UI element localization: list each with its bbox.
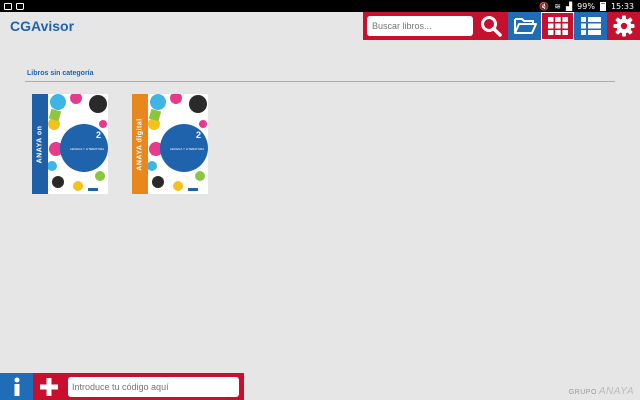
search-box	[363, 12, 509, 40]
book-spine-label: ANAYA on	[36, 125, 44, 163]
add-book-button[interactable]	[33, 373, 65, 400]
app-title: CGAvisor	[10, 18, 75, 34]
toolbar	[363, 12, 640, 40]
list-view-button[interactable]	[574, 12, 608, 40]
grid-view-button[interactable]	[541, 12, 575, 40]
book-card[interactable]: ANAYA digital 2 LENGUA Y LITERATURA	[132, 94, 208, 194]
signal-icon: ▟	[566, 1, 573, 11]
battery-level: 99%	[577, 1, 595, 11]
grid-view-icon	[547, 17, 568, 35]
code-input[interactable]	[68, 376, 239, 397]
book-cover-subject: LENGUA Y LITERATURA	[170, 147, 204, 151]
book-spine: ANAYA on	[32, 94, 48, 194]
book-cover-subject: LENGUA Y LITERATURA	[70, 147, 104, 151]
search-input[interactable]	[367, 16, 473, 36]
info-button[interactable]	[0, 373, 33, 400]
folder-open-icon	[513, 18, 537, 34]
gear-icon	[613, 15, 635, 37]
book-cover-number: 2	[96, 130, 101, 140]
clock: 15:33	[610, 1, 634, 11]
book-cover-art: 2 LENGUA Y LITERATURA	[148, 94, 208, 194]
plus-icon	[40, 377, 58, 396]
settings-button[interactable]	[607, 12, 640, 40]
store-notification-icon	[16, 2, 24, 10]
wifi-icon: ≋	[554, 1, 561, 11]
list-view-icon	[580, 17, 601, 35]
book-cover-number: 2	[196, 130, 201, 140]
brand-name: ANAYA	[598, 386, 634, 397]
search-icon	[481, 16, 503, 37]
book-cover-art: 2 LENGUA Y LITERATURA	[48, 94, 108, 194]
open-folder-button[interactable]	[508, 12, 542, 40]
section-divider	[25, 81, 615, 82]
code-bar	[33, 373, 244, 400]
status-bar: 🔇 ≋ ▟ 99% 15:33	[0, 0, 640, 12]
book-spine: ANAYA digital	[132, 94, 148, 194]
picture-notification-icon	[4, 2, 12, 10]
mute-icon: 🔇	[539, 1, 550, 11]
section-title: Libros sin categoría	[27, 70, 94, 77]
search-button[interactable]	[474, 12, 508, 40]
battery-icon	[599, 1, 606, 11]
book-spine-label: ANAYA digital	[136, 117, 144, 171]
book-card[interactable]: ANAYA on 2 LENGUA Y LITERATURA	[32, 94, 108, 194]
info-icon	[14, 377, 19, 396]
brand-logo: GRUPO ANAYA	[569, 386, 634, 397]
brand-group: GRUPO	[568, 389, 597, 396]
